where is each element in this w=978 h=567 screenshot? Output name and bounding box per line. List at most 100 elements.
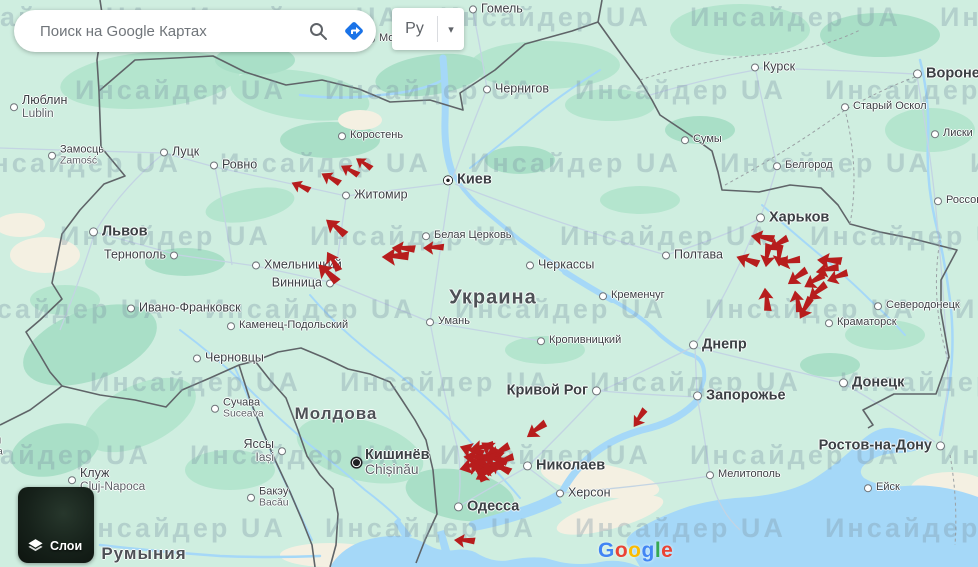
city-label: Чернигов xyxy=(495,82,549,95)
city-marker[interactable]: ЛюблинLublin xyxy=(10,94,67,120)
city-marker[interactable]: БакэуBacău xyxy=(247,487,289,510)
city-marker[interactable]: Ровно xyxy=(210,158,257,171)
city-marker[interactable]: Кривой Рог xyxy=(507,383,601,398)
city-label: Одесса xyxy=(467,499,519,514)
city-label: Хмельницкий xyxy=(264,258,342,271)
city-marker[interactable]: Коростень xyxy=(338,130,403,142)
city-marker[interactable]: Воронеж xyxy=(913,66,978,81)
city-marker[interactable]: Северодонецк xyxy=(874,300,960,312)
city-marker[interactable]: Винница xyxy=(272,276,334,289)
city-dot xyxy=(342,191,350,199)
city-marker[interactable]: Ейск xyxy=(864,482,900,494)
city-dot xyxy=(278,447,286,455)
city-marker[interactable]: Кропивницкий xyxy=(537,335,621,347)
city-label: Тернополь xyxy=(104,248,166,261)
city-marker[interactable]: Запорожье xyxy=(693,388,786,403)
city-marker[interactable]: Чернигов xyxy=(483,82,549,95)
city-marker[interactable]: Белая Церковь xyxy=(422,230,512,242)
city-label: ОрадяOradea xyxy=(0,436,3,459)
city-dot xyxy=(483,85,491,93)
city-label: Каменец-Подольский xyxy=(239,320,348,332)
city-marker[interactable]: Кременчуг xyxy=(599,290,665,302)
city-marker[interactable]: Белгород xyxy=(773,160,833,172)
city-label: ЛюблинLublin xyxy=(22,94,67,120)
city-marker[interactable]: Гомель xyxy=(469,2,523,15)
city-marker[interactable]: Старый Оскол xyxy=(841,101,927,113)
city-marker[interactable]: КишинёвChișinău xyxy=(352,448,430,478)
city-label-latin: Chișinău xyxy=(365,463,430,477)
city-label: КишинёвChișinău xyxy=(365,448,430,478)
city-label: Кременчуг xyxy=(611,290,665,302)
google-logo-letter: e xyxy=(661,539,673,562)
city-dot xyxy=(825,319,833,327)
city-label: ЗамосцьZamość xyxy=(60,145,104,168)
city-marker[interactable]: ЗамосцьZamość xyxy=(48,145,104,168)
city-label: Николаев xyxy=(536,458,605,473)
city-marker[interactable]: Одесса xyxy=(454,499,519,514)
city-label: Коростень xyxy=(350,130,403,142)
city-label: Россошь xyxy=(946,195,978,207)
chevron-down-icon[interactable]: ▾ xyxy=(438,23,464,36)
city-label: Гомель xyxy=(481,2,523,15)
city-marker[interactable]: Николаев xyxy=(523,458,605,473)
google-logo-letter: g xyxy=(642,539,655,562)
city-marker[interactable]: Лиски xyxy=(931,128,973,140)
search-bar[interactable] xyxy=(14,10,376,52)
search-input[interactable] xyxy=(38,22,298,41)
city-marker[interactable]: Ростов-на-Дону xyxy=(819,438,945,453)
city-dot xyxy=(89,228,98,237)
city-marker[interactable]: Черновцы xyxy=(193,351,264,364)
city-dot xyxy=(443,175,453,185)
google-maps-window[interactable]: Ру ▾ Слои Google Инсайдер UAИнсайдер UAИ… xyxy=(0,0,978,567)
city-label: Краматорск xyxy=(837,317,897,329)
city-dot xyxy=(592,387,601,396)
city-label: Днепр xyxy=(702,337,747,352)
city-marker[interactable]: Умань xyxy=(426,316,470,328)
city-marker[interactable]: Житомир xyxy=(342,188,408,201)
city-marker[interactable]: Полтава xyxy=(662,248,723,261)
city-marker[interactable]: Херсон xyxy=(556,486,611,499)
directions-icon[interactable] xyxy=(338,15,370,47)
city-dot xyxy=(839,379,848,388)
city-label: Ейск xyxy=(876,482,900,494)
city-marker[interactable]: ЯссыIași xyxy=(243,438,286,464)
city-marker[interactable]: Мелитополь xyxy=(706,469,781,481)
layers-control[interactable]: Слои xyxy=(18,487,94,563)
city-marker[interactable]: Донецк xyxy=(839,375,904,390)
city-dot xyxy=(523,462,532,471)
city-label: Черновцы xyxy=(205,351,264,364)
city-dot xyxy=(864,484,872,492)
city-dot xyxy=(689,341,698,350)
city-marker[interactable]: Курск xyxy=(751,60,795,73)
city-marker[interactable]: ОрадяOradea xyxy=(0,436,3,459)
city-marker[interactable]: Днепр xyxy=(689,337,747,352)
city-dot xyxy=(352,459,361,468)
city-marker[interactable]: Сумы xyxy=(681,134,722,146)
city-marker[interactable]: Хмельницкий xyxy=(252,258,342,271)
city-marker[interactable]: Львов xyxy=(89,224,148,239)
city-label-latin: Suceava xyxy=(223,409,264,420)
city-marker[interactable]: Каменец-Подольский xyxy=(227,320,348,332)
city-label-latin: Oradea xyxy=(0,447,3,458)
city-marker[interactable]: СучаваSuceava xyxy=(211,398,264,421)
city-dot xyxy=(210,161,218,169)
google-logo-letter: o xyxy=(628,539,641,562)
city-marker[interactable]: Краматорск xyxy=(825,317,897,329)
country-label: Украина xyxy=(449,287,537,310)
google-logo: Google xyxy=(598,539,673,563)
city-marker[interactable]: Луцк xyxy=(160,145,199,158)
city-label: Житомир xyxy=(354,188,408,201)
city-marker[interactable]: Киев xyxy=(443,172,492,187)
city-marker[interactable]: Россошь xyxy=(934,195,978,207)
search-icon[interactable] xyxy=(298,11,338,51)
city-dot xyxy=(681,136,689,144)
city-marker[interactable]: Харьков xyxy=(756,210,829,225)
city-marker[interactable]: Черкассы xyxy=(526,258,594,271)
city-dot xyxy=(599,292,607,300)
city-label: Херсон xyxy=(568,486,611,499)
city-marker[interactable]: Тернополь xyxy=(104,248,178,261)
country-label: Молдова xyxy=(295,404,378,424)
language-selector[interactable]: Ру ▾ xyxy=(392,8,464,50)
city-label-latin: Lublin xyxy=(22,107,67,119)
city-marker[interactable]: Ивано-Франковск xyxy=(127,301,241,314)
